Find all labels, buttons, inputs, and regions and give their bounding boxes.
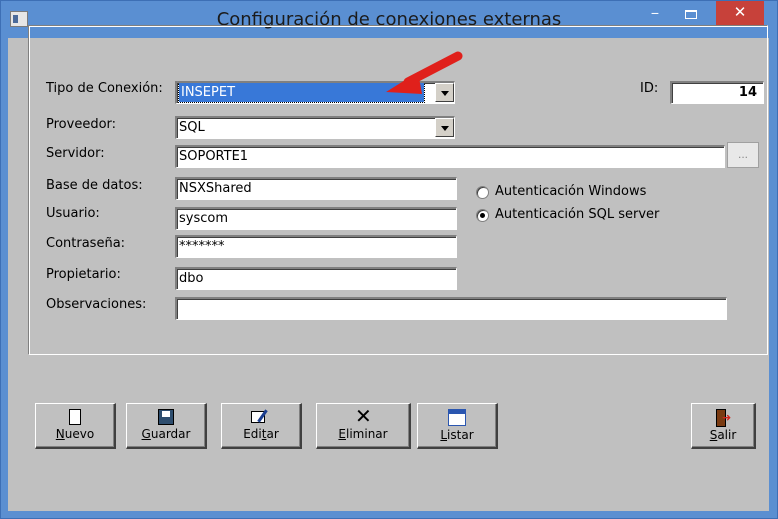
exit-door-icon <box>714 409 732 427</box>
observaciones-field[interactable] <box>175 297 727 320</box>
servidor-field[interactable]: SOPORTE1 <box>175 145 725 168</box>
salir-button-label: Salir <box>709 428 737 442</box>
usuario-field[interactable]: syscom <box>175 207 457 230</box>
auth-sql-radio[interactable] <box>476 209 489 222</box>
contrasena-label: Contraseña: <box>46 236 126 251</box>
id-label: ID: <box>640 81 659 96</box>
auth-windows-label[interactable]: Autenticación Windows <box>495 184 646 199</box>
contrasena-field[interactable]: ******* <box>175 235 457 258</box>
nuevo-button[interactable]: Nuevo <box>35 403 116 449</box>
new-document-icon <box>69 409 81 425</box>
calendar-list-icon <box>448 409 466 426</box>
delete-x-icon: ✕ <box>355 404 372 428</box>
base-datos-label: Base de datos: <box>46 178 143 193</box>
proveedor-label: Proveedor: <box>46 117 117 132</box>
salir-button[interactable]: Salir <box>691 403 756 449</box>
chevron-down-icon[interactable] <box>435 83 454 102</box>
minimize-button[interactable]: − <box>638 1 672 27</box>
proveedor-select[interactable]: SQL <box>175 116 455 139</box>
listar-button[interactable]: Listar <box>417 403 498 449</box>
edit-icon <box>251 409 271 425</box>
editar-button-label: Editar <box>243 427 279 441</box>
id-field[interactable]: 14 <box>670 81 764 104</box>
auth-sql-label[interactable]: Autenticación SQL server <box>495 207 659 222</box>
observaciones-label: Observaciones: <box>46 297 147 312</box>
propietario-field[interactable]: dbo <box>175 267 457 290</box>
propietario-label: Propietario: <box>46 267 121 282</box>
floppy-disk-icon <box>158 409 174 425</box>
close-button[interactable]: ✕ <box>716 1 764 27</box>
listar-button-label: Listar <box>440 428 474 442</box>
chevron-down-icon[interactable] <box>435 118 454 137</box>
tipo-conexion-label: Tipo de Conexión: <box>46 81 163 96</box>
browse-server-button[interactable]: ... <box>727 142 759 168</box>
tipo-conexion-value: INSEPET <box>178 83 425 103</box>
guardar-button[interactable]: Guardar <box>126 403 207 449</box>
servidor-label: Servidor: <box>46 146 105 161</box>
tipo-conexion-select[interactable]: INSEPET <box>175 81 455 104</box>
maximize-button[interactable] <box>674 1 708 27</box>
auth-windows-radio[interactable] <box>476 186 489 199</box>
editar-button[interactable]: Editar <box>221 403 302 449</box>
eliminar-button[interactable]: ✕ Eliminar <box>316 403 411 449</box>
proveedor-value: SQL <box>179 120 205 135</box>
maximize-icon <box>685 9 697 19</box>
guardar-button-label: Guardar <box>141 427 191 441</box>
usuario-label: Usuario: <box>46 206 100 221</box>
nuevo-button-label: Nuevo <box>55 427 95 441</box>
eliminar-button-label: Eliminar <box>338 427 388 441</box>
base-datos-field[interactable]: NSXShared <box>175 177 457 200</box>
